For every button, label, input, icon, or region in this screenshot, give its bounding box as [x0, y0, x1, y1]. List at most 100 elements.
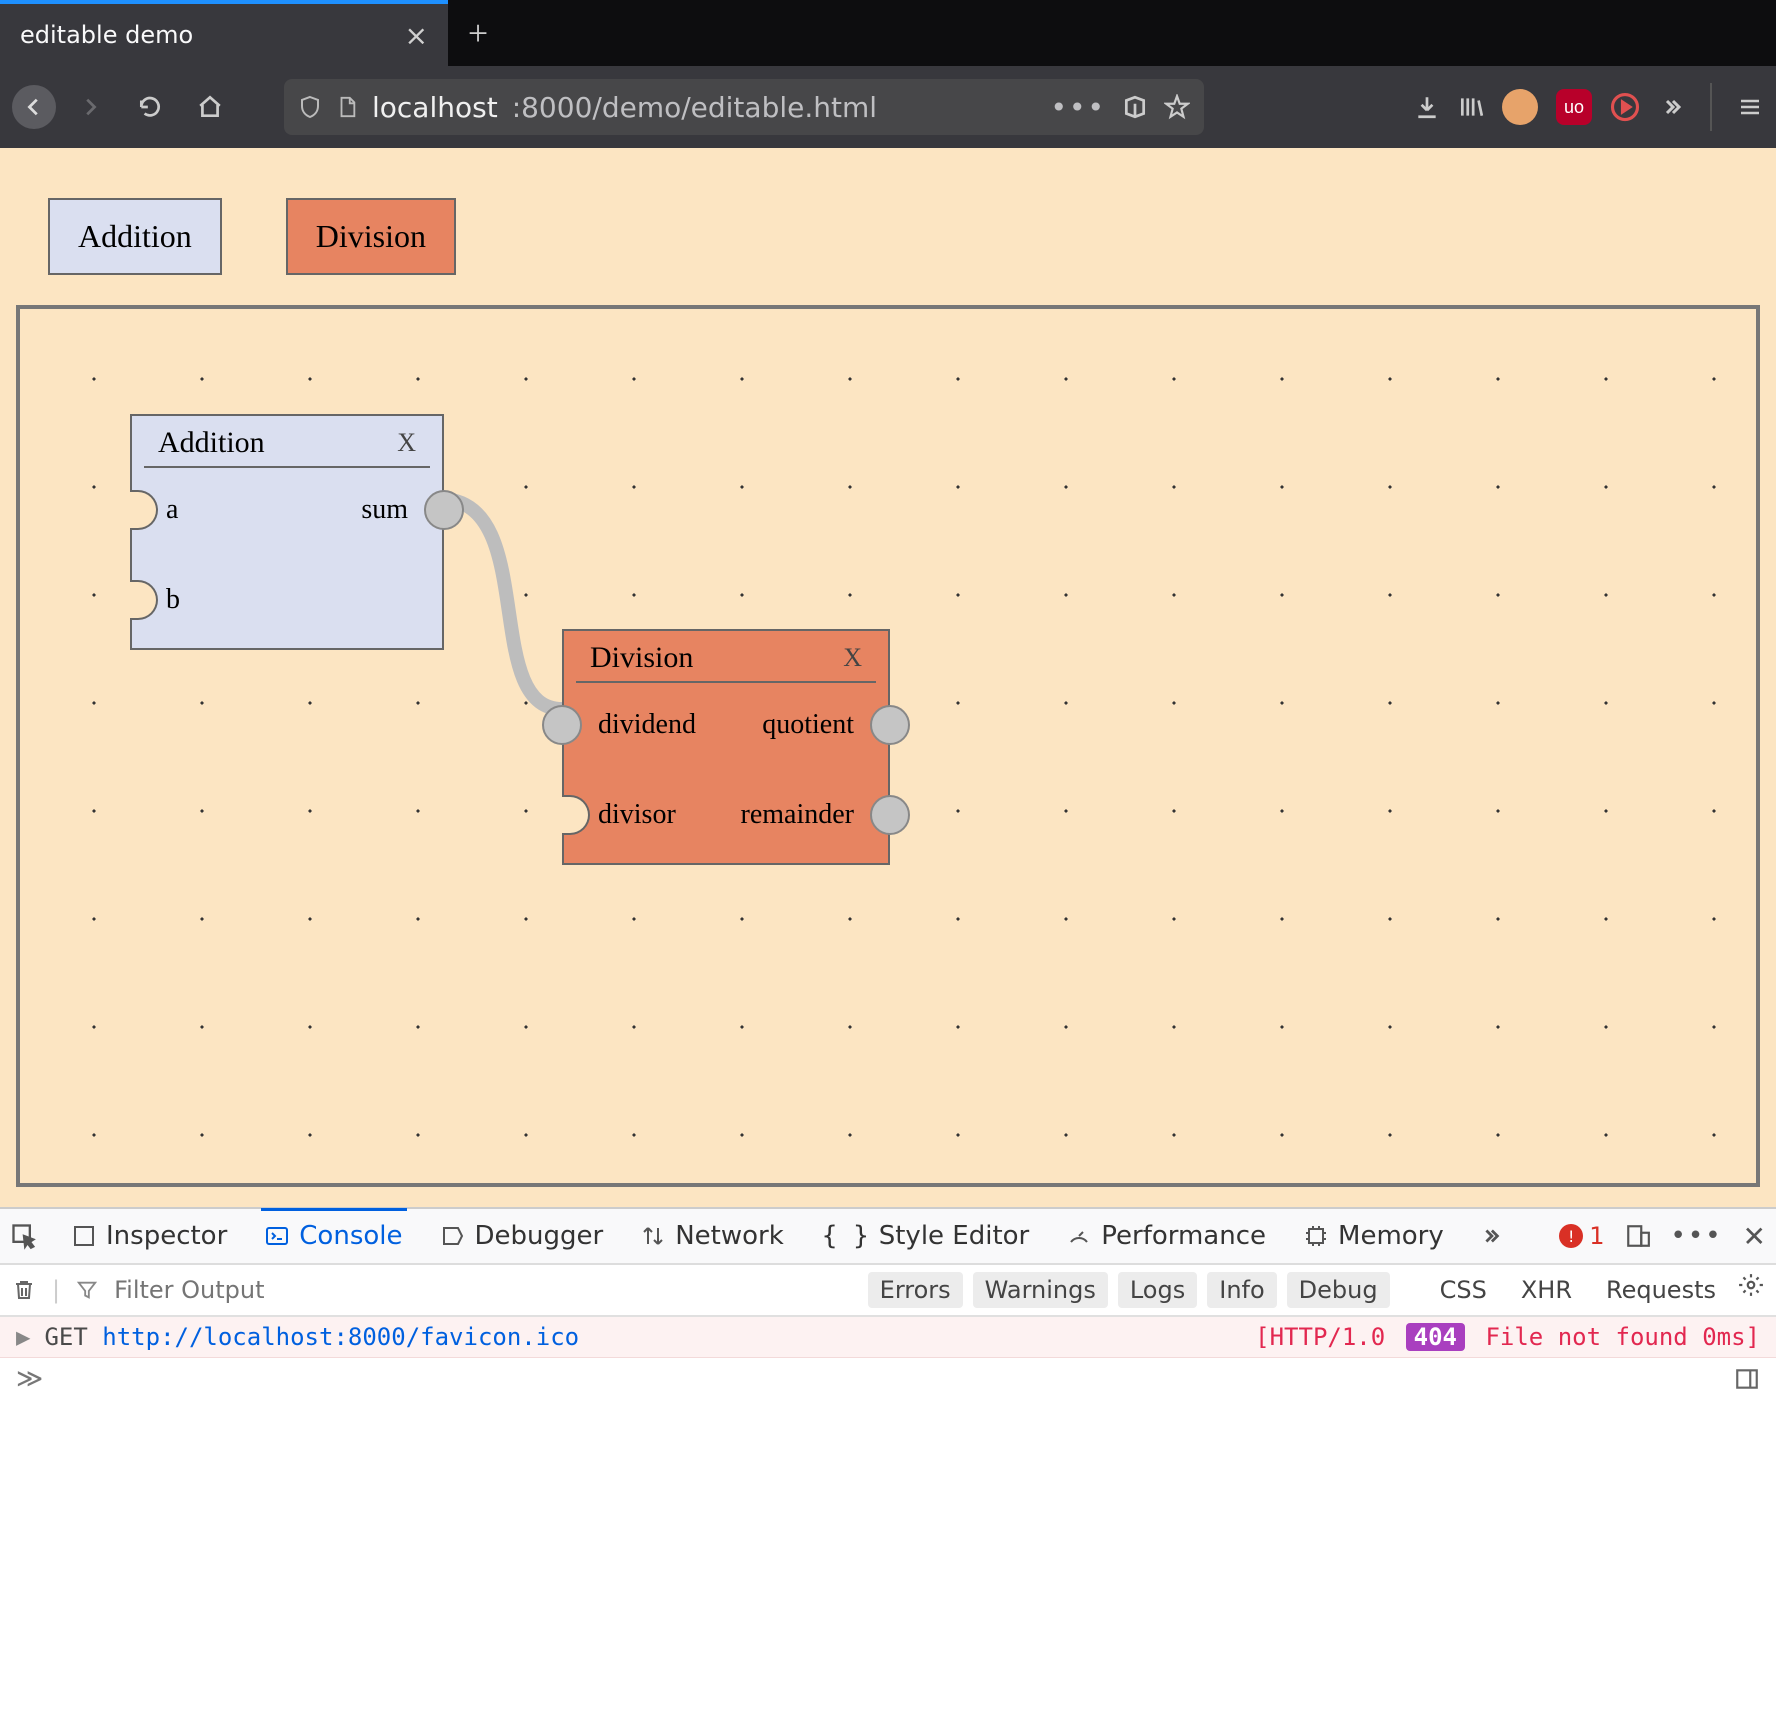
- node-header[interactable]: Addition X: [144, 416, 430, 468]
- forward-button[interactable]: [64, 81, 116, 133]
- kebab-icon[interactable]: •••: [1671, 1221, 1723, 1251]
- extension-icon[interactable]: [1502, 89, 1538, 125]
- tab-label: Console: [299, 1221, 402, 1251]
- input-label-b: b: [166, 584, 180, 616]
- devtools: Inspector Console Debugger Network { } S…: [0, 1207, 1776, 1400]
- output-label-quotient: quotient: [762, 709, 854, 741]
- toggle-xhr[interactable]: XHR: [1509, 1272, 1584, 1308]
- output-label-remainder: remainder: [741, 799, 855, 831]
- tab-label: Memory: [1338, 1221, 1444, 1251]
- url-bar[interactable]: localhost:8000/demo/editable.html •••: [284, 79, 1204, 135]
- status-code: 404: [1406, 1323, 1465, 1351]
- page-body: Addition Division Addition X a sum: [0, 148, 1776, 1207]
- overflow-icon[interactable]: [1478, 1225, 1504, 1247]
- toggle-requests[interactable]: Requests: [1594, 1272, 1728, 1308]
- tab-network[interactable]: Network: [637, 1209, 788, 1263]
- toggle-css[interactable]: CSS: [1428, 1272, 1499, 1308]
- split-icon[interactable]: [1734, 1366, 1760, 1392]
- log-method: GET: [44, 1323, 87, 1351]
- tab-label: Inspector: [106, 1221, 227, 1251]
- node-title: Addition: [158, 426, 265, 460]
- node-title: Division: [590, 641, 693, 675]
- back-button[interactable]: [12, 85, 56, 129]
- tab-style-editor[interactable]: { } Style Editor: [818, 1209, 1033, 1263]
- input-port-divisor[interactable]: [562, 795, 590, 835]
- output-port-sum[interactable]: [424, 490, 464, 530]
- pick-element-icon[interactable]: [10, 1222, 38, 1250]
- console-filter-bar: | Errors Warnings Logs Info Debug CSS XH…: [0, 1265, 1776, 1317]
- toggle-debug[interactable]: Debug: [1287, 1272, 1390, 1308]
- node-header[interactable]: Division X: [576, 631, 876, 683]
- trash-icon[interactable]: [12, 1278, 36, 1302]
- tab-label: Network: [675, 1221, 784, 1251]
- log-url[interactable]: http://localhost:8000/favicon.ico: [102, 1323, 579, 1351]
- toggle-info[interactable]: Info: [1207, 1272, 1276, 1308]
- tab-label: Style Editor: [879, 1221, 1030, 1251]
- url-host: localhost: [372, 91, 498, 124]
- gear-icon[interactable]: [1738, 1272, 1764, 1298]
- editor-canvas[interactable]: Addition X a sum b Division X: [16, 305, 1760, 1187]
- console-log-row[interactable]: ▶ GET http://localhost:8000/favicon.ico …: [0, 1317, 1776, 1358]
- palette-addition[interactable]: Addition: [48, 198, 222, 275]
- tab-inspector[interactable]: Inspector: [68, 1209, 231, 1263]
- node-division[interactable]: Division X dividend quotient divisor rem…: [562, 629, 890, 865]
- output-port-quotient[interactable]: [870, 705, 910, 745]
- tab-label: Performance: [1101, 1221, 1266, 1251]
- tab-memory[interactable]: Memory: [1300, 1209, 1448, 1263]
- ublock-icon[interactable]: uo: [1556, 89, 1592, 125]
- home-button[interactable]: [184, 81, 236, 133]
- toolbar: localhost:8000/demo/editable.html ••• uo: [0, 66, 1776, 148]
- filter-input[interactable]: [114, 1276, 514, 1304]
- reader-icon[interactable]: [1122, 94, 1148, 120]
- node-palette: Addition Division: [16, 178, 1760, 305]
- tab-strip: editable demo × +: [0, 0, 1776, 66]
- output-label-sum: sum: [361, 494, 408, 526]
- page-icon: [336, 94, 358, 120]
- tab-label: Debugger: [475, 1221, 604, 1251]
- input-label-a: a: [166, 494, 178, 526]
- log-response: [HTTP/1.0 404 File not found 0ms]: [1255, 1323, 1760, 1351]
- input-port-b[interactable]: [130, 580, 158, 620]
- browser-tab[interactable]: editable demo ×: [0, 0, 448, 66]
- output-port-remainder[interactable]: [870, 795, 910, 835]
- error-count: 1: [1589, 1222, 1604, 1250]
- library-icon[interactable]: [1458, 94, 1484, 120]
- shield-icon[interactable]: [298, 94, 322, 120]
- node-addition[interactable]: Addition X a sum b: [130, 414, 444, 650]
- tab-title: editable demo: [20, 21, 193, 49]
- reload-button[interactable]: [124, 81, 176, 133]
- input-label-dividend: dividend: [598, 709, 696, 741]
- input-port-dividend[interactable]: [542, 705, 582, 745]
- downloads-icon[interactable]: [1414, 94, 1440, 120]
- chevron-icon[interactable]: ≫: [16, 1364, 43, 1394]
- toggle-warnings[interactable]: Warnings: [973, 1272, 1108, 1308]
- close-icon[interactable]: ×: [405, 19, 428, 52]
- extension2-icon[interactable]: [1610, 92, 1640, 122]
- toggle-logs[interactable]: Logs: [1118, 1272, 1197, 1308]
- toggle-errors[interactable]: Errors: [868, 1272, 963, 1308]
- tab-console[interactable]: Console: [261, 1208, 406, 1262]
- tab-performance[interactable]: Performance: [1063, 1209, 1270, 1263]
- filter-icon[interactable]: [76, 1279, 98, 1301]
- separator: [1710, 83, 1712, 131]
- browser-chrome: editable demo × + localhost:8000/demo/ed…: [0, 0, 1776, 148]
- close-icon[interactable]: ✕: [1743, 1220, 1766, 1253]
- input-label-divisor: divisor: [598, 799, 676, 831]
- responsive-icon[interactable]: [1625, 1223, 1651, 1249]
- menu-icon[interactable]: [1736, 95, 1764, 119]
- bookmark-icon[interactable]: [1164, 94, 1190, 120]
- close-icon[interactable]: X: [397, 428, 416, 458]
- tab-debugger[interactable]: Debugger: [437, 1209, 608, 1263]
- input-port-a[interactable]: [130, 490, 158, 530]
- node-body: dividend quotient divisor remainder: [564, 683, 888, 863]
- expand-icon[interactable]: ▶: [16, 1323, 30, 1351]
- palette-division[interactable]: Division: [286, 198, 456, 275]
- error-count-badge[interactable]: !1: [1559, 1222, 1604, 1250]
- overflow-icon[interactable]: [1658, 95, 1686, 119]
- page-actions-icon[interactable]: •••: [1050, 91, 1106, 124]
- console-footer: ≫: [0, 1358, 1776, 1400]
- close-icon[interactable]: X: [843, 643, 862, 673]
- new-tab-button[interactable]: +: [448, 0, 508, 66]
- node-body: a sum b: [132, 468, 442, 648]
- toolbar-right: uo: [1414, 83, 1764, 131]
